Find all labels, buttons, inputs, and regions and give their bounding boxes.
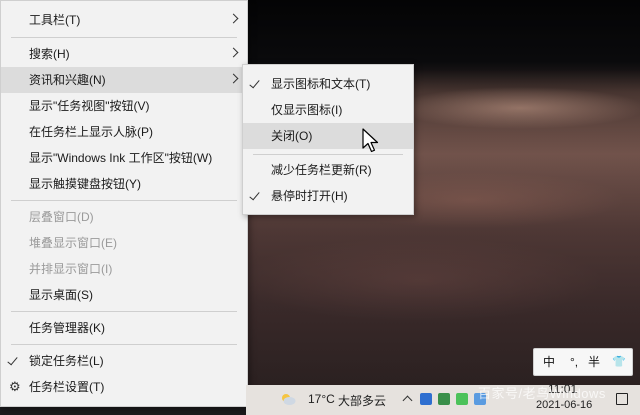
menu-item-label: 在任务栏上显示人脉(P) xyxy=(29,125,153,139)
weather-description[interactable]: 大部多云 xyxy=(338,392,386,409)
menu-item-label: 任务栏设置(T) xyxy=(29,380,105,394)
menu-item-label: 显示触摸键盘按钮(Y) xyxy=(29,177,141,191)
menu-item-label: 关闭(O) xyxy=(271,129,313,143)
news-and-interests-submenu: 显示图标和文本(T) 仅显示图标(I) 关闭(O) 减少任务栏更新(R) 悬停时… xyxy=(242,64,414,215)
menu-separator xyxy=(11,344,237,345)
submenu-item-show-icon-only[interactable]: 仅显示图标(I) xyxy=(243,97,413,123)
ime-language-toggle[interactable]: 中 xyxy=(543,349,555,375)
menu-item-stack-windows: 堆叠显示窗口(E) xyxy=(1,230,247,256)
menu-item-label: 资讯和兴趣(N) xyxy=(29,73,106,87)
ime-width-toggle[interactable]: 半 xyxy=(588,349,600,375)
weather-cloud-icon[interactable] xyxy=(280,392,296,406)
menu-item-label: 堆叠显示窗口(E) xyxy=(29,236,117,250)
menu-item-side-by-side: 并排显示窗口(I) xyxy=(1,256,247,282)
app-tray-icon[interactable] xyxy=(438,393,450,405)
menu-item-cascade-windows: 层叠窗口(D) xyxy=(1,204,247,230)
menu-item-taskbar-settings[interactable]: ⚙ 任务栏设置(T) xyxy=(1,374,247,400)
gear-icon: ⚙ xyxy=(9,379,21,394)
menu-item-label: 显示"Windows Ink 工作区"按钮(W) xyxy=(29,151,213,165)
menu-item-show-touch-keyboard[interactable]: 显示触摸键盘按钮(Y) xyxy=(1,171,247,197)
menu-separator xyxy=(11,311,237,312)
chevron-right-icon xyxy=(228,73,239,84)
submenu-item-show-icon-and-text[interactable]: 显示图标和文本(T) xyxy=(243,71,413,97)
checkmark-icon xyxy=(249,189,260,201)
menu-item-label: 任务管理器(K) xyxy=(29,321,105,335)
taskbar-context-menu: 工具栏(T) 搜索(H) 资讯和兴趣(N) 显示"任务视图"按钮(V) 在任务栏… xyxy=(0,0,248,407)
menu-item-toolbars[interactable]: 工具栏(T) xyxy=(1,7,247,33)
menu-item-label: 层叠窗口(D) xyxy=(29,210,94,224)
ime-toolbar: 中 °, 半 👕 xyxy=(533,348,633,376)
menu-item-label: 显示图标和文本(T) xyxy=(271,77,371,91)
shirt-icon[interactable]: 👕 xyxy=(612,349,626,375)
menu-item-label: 显示"任务视图"按钮(V) xyxy=(29,99,150,113)
menu-item-news-and-interests[interactable]: 资讯和兴趣(N) xyxy=(1,67,247,93)
watermark-text: 百家号/老鸟Windows xyxy=(478,386,606,401)
checkmark-icon xyxy=(249,77,260,89)
chevron-right-icon xyxy=(228,13,239,24)
checkmark-icon xyxy=(7,354,18,366)
submenu-item-turn-off[interactable]: 关闭(O) xyxy=(243,123,413,149)
menu-item-task-manager[interactable]: 任务管理器(K) xyxy=(1,315,247,341)
menu-separator xyxy=(11,200,237,201)
menu-item-search[interactable]: 搜索(H) xyxy=(1,41,247,67)
wechat-icon[interactable] xyxy=(456,393,468,405)
mouse-pointer-icon xyxy=(362,128,379,153)
menu-separator xyxy=(253,154,403,155)
submenu-item-open-on-hover[interactable]: 悬停时打开(H) xyxy=(243,183,413,209)
menu-item-show-people[interactable]: 在任务栏上显示人脉(P) xyxy=(1,119,247,145)
submenu-item-reduce-updates[interactable]: 减少任务栏更新(R) xyxy=(243,157,413,183)
menu-item-label: 工具栏(T) xyxy=(29,13,81,27)
chevron-up-icon[interactable] xyxy=(402,395,413,406)
menu-item-label: 显示桌面(S) xyxy=(29,288,93,302)
notification-center-icon[interactable] xyxy=(616,393,628,405)
menu-item-show-task-view[interactable]: 显示"任务视图"按钮(V) xyxy=(1,93,247,119)
network-globe-icon[interactable] xyxy=(420,393,432,405)
menu-item-show-windows-ink[interactable]: 显示"Windows Ink 工作区"按钮(W) xyxy=(1,145,247,171)
menu-item-label: 锁定任务栏(L) xyxy=(29,354,104,368)
chevron-right-icon xyxy=(228,47,239,58)
weather-temperature[interactable]: 17°C xyxy=(308,392,335,406)
menu-item-label: 减少任务栏更新(R) xyxy=(271,163,372,177)
menu-separator xyxy=(11,37,237,38)
menu-item-label: 仅显示图标(I) xyxy=(271,103,343,117)
menu-item-label: 搜索(H) xyxy=(29,47,70,61)
ime-punctuation-toggle[interactable]: °, xyxy=(570,349,578,375)
menu-item-label: 悬停时打开(H) xyxy=(271,189,348,203)
menu-item-label: 并排显示窗口(I) xyxy=(29,262,113,276)
menu-item-lock-taskbar[interactable]: 锁定任务栏(L) xyxy=(1,348,247,374)
menu-item-show-desktop[interactable]: 显示桌面(S) xyxy=(1,282,247,308)
